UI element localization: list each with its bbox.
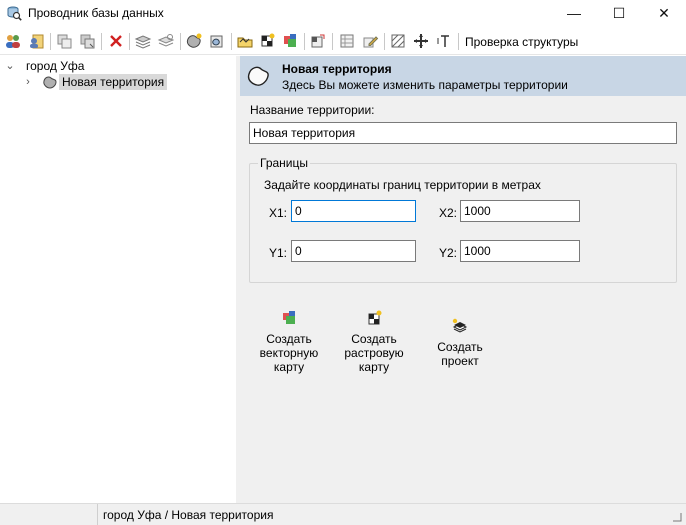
action-label: Создать bbox=[351, 332, 397, 346]
create-vector-map-button[interactable]: Создать векторную карту bbox=[252, 310, 326, 374]
territory-icon[interactable] bbox=[185, 32, 203, 50]
layers-icon[interactable] bbox=[134, 32, 152, 50]
bounds-legend: Границы bbox=[258, 156, 310, 170]
vector-icon[interactable] bbox=[281, 32, 299, 50]
minimize-button[interactable]: — bbox=[551, 0, 597, 27]
check-structure-button[interactable]: Проверка структуры bbox=[465, 35, 578, 49]
toolbar-separator bbox=[304, 33, 305, 50]
panel-subtitle: Здесь Вы можете изменить параметры терри… bbox=[282, 78, 568, 92]
user-card-icon[interactable] bbox=[27, 32, 45, 50]
territory-panel: Новая территория Здесь Вы можете изменит… bbox=[240, 56, 686, 503]
action-label: растровую bbox=[344, 346, 404, 360]
text-tool-icon[interactable] bbox=[435, 32, 453, 50]
crosshair-icon[interactable] bbox=[412, 32, 430, 50]
export-icon[interactable] bbox=[309, 32, 327, 50]
bounds-hint: Задайте координаты границ территории в м… bbox=[264, 178, 541, 192]
y2-label: Y2: bbox=[439, 246, 458, 260]
y2-input[interactable] bbox=[460, 240, 580, 262]
territory-edit-icon[interactable] bbox=[208, 32, 226, 50]
copy-icon[interactable] bbox=[55, 32, 73, 50]
action-label: карту bbox=[273, 360, 305, 374]
pencil-icon[interactable] bbox=[361, 32, 379, 50]
toolbar-separator bbox=[332, 33, 333, 50]
action-label: векторную bbox=[259, 346, 319, 360]
action-label: карту bbox=[358, 360, 390, 374]
panel-title: Новая территория bbox=[282, 62, 392, 76]
status-cell bbox=[0, 504, 98, 525]
toolbar-separator bbox=[384, 33, 385, 50]
expand-chevron-down-icon[interactable]: ⌄ bbox=[4, 58, 16, 74]
tree-item-label: Новая территория bbox=[59, 74, 168, 90]
x2-input[interactable] bbox=[460, 200, 580, 222]
toolbar-separator bbox=[50, 33, 51, 50]
create-raster-map-button[interactable]: Создать растровую карту bbox=[337, 310, 411, 374]
title-bar: Проводник базы данных — ☐ ✕ bbox=[0, 0, 686, 27]
y1-input[interactable] bbox=[291, 240, 416, 262]
raster-icon[interactable] bbox=[258, 32, 276, 50]
action-label: Создать bbox=[266, 332, 312, 346]
territory-icon bbox=[43, 76, 57, 89]
expand-chevron-right-icon[interactable]: › bbox=[22, 74, 34, 90]
maximize-button[interactable]: ☐ bbox=[596, 0, 642, 27]
territory-name-input[interactable] bbox=[249, 122, 677, 144]
x2-label: X2: bbox=[439, 206, 458, 220]
tree-item-label: город Уфа bbox=[26, 59, 85, 73]
database-search-icon bbox=[7, 6, 22, 21]
toolbar-separator bbox=[101, 33, 102, 50]
y1-label: Y1: bbox=[269, 246, 288, 260]
territory-name-label: Название территории: bbox=[250, 103, 375, 117]
table-icon[interactable] bbox=[338, 32, 356, 50]
x1-label: X1: bbox=[269, 206, 288, 220]
toolbar-separator bbox=[458, 33, 459, 50]
raster-map-icon bbox=[368, 310, 382, 325]
action-label: Создать bbox=[437, 340, 483, 354]
panel-header: Новая территория Здесь Вы можете изменит… bbox=[240, 56, 686, 96]
project-icon bbox=[452, 318, 468, 333]
layers-edit-icon[interactable] bbox=[157, 32, 175, 50]
toolbar: Проверка структуры bbox=[0, 28, 686, 55]
users-icon[interactable] bbox=[4, 32, 22, 50]
resize-grip-icon[interactable] bbox=[672, 512, 682, 522]
status-path: город Уфа / Новая территория bbox=[103, 508, 274, 522]
action-label: проект bbox=[441, 354, 479, 368]
vector-map-icon bbox=[283, 311, 295, 324]
toolbar-separator bbox=[129, 33, 130, 50]
create-project-button[interactable]: Создать проект bbox=[423, 318, 497, 368]
delete-icon[interactable] bbox=[107, 32, 125, 50]
paste-icon[interactable] bbox=[78, 32, 96, 50]
toolbar-separator bbox=[180, 33, 181, 50]
window-title: Проводник базы данных bbox=[28, 6, 164, 20]
x1-input[interactable] bbox=[291, 200, 416, 222]
hatch-icon[interactable] bbox=[389, 32, 407, 50]
territory-icon bbox=[247, 66, 269, 86]
folder-open-icon[interactable] bbox=[236, 32, 254, 50]
status-bar: город Уфа / Новая территория bbox=[0, 503, 686, 525]
database-tree: ⌄ город Уфа › Новая территория bbox=[0, 56, 236, 503]
close-button[interactable]: ✕ bbox=[641, 0, 686, 27]
toolbar-separator bbox=[231, 33, 232, 50]
